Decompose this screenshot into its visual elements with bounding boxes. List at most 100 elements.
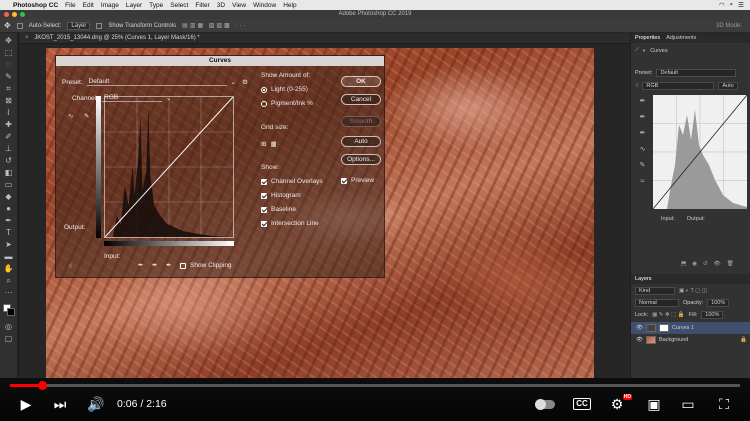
layer-row-background[interactable]: 👁 Background 🔒: [631, 334, 750, 346]
color-swatches[interactable]: [2, 304, 15, 316]
light-radio[interactable]: [261, 86, 267, 93]
move-tool-icon[interactable]: ✥: [4, 21, 11, 30]
layer-mask-thumbnail[interactable]: [658, 324, 669, 332]
black-point-eyedropper-icon[interactable]: ✒: [638, 97, 647, 106]
menu-layer[interactable]: Layer: [126, 2, 142, 9]
crop-tool-icon[interactable]: ⌗: [4, 84, 14, 94]
progress-bar[interactable]: [10, 381, 740, 390]
hand-tool-icon[interactable]: ✋: [4, 264, 14, 274]
menu-file[interactable]: File: [65, 2, 75, 9]
blur-tool-icon[interactable]: ◆: [4, 192, 14, 202]
filter-icons[interactable]: ▣ ◐ T ▢ ◫: [679, 288, 707, 294]
options-button[interactable]: Options...: [341, 154, 381, 165]
view-previous-icon[interactable]: ◉: [692, 261, 697, 267]
menu-type[interactable]: Type: [149, 2, 163, 9]
white-point-eyedropper-icon[interactable]: ✒: [638, 129, 647, 138]
eraser-tool-icon[interactable]: ◧: [4, 168, 14, 178]
lasso-tool-icon[interactable]: ◌: [4, 60, 14, 70]
visibility-eye-icon[interactable]: 👁: [636, 337, 643, 343]
minimize-window-button[interactable]: [12, 12, 17, 17]
auto-select-dropdown[interactable]: Layer: [67, 21, 91, 30]
healing-brush-tool-icon[interactable]: ✚: [4, 120, 14, 130]
close-window-button[interactable]: [4, 12, 9, 17]
pen-tool-icon[interactable]: ✒: [4, 216, 14, 226]
lock-icon[interactable]: 🔒: [740, 337, 747, 343]
menu-3d[interactable]: 3D: [217, 2, 225, 9]
captions-button[interactable]: CC: [571, 394, 593, 414]
type-tool-icon[interactable]: T: [4, 228, 14, 238]
menu-select[interactable]: Select: [170, 2, 188, 9]
clone-stamp-tool-icon[interactable]: ⊥: [4, 144, 14, 154]
layer-row-curves[interactable]: 👁 Curves 1: [631, 322, 750, 334]
visibility-eye-icon[interactable]: 👁: [636, 325, 643, 331]
settings-button[interactable]: ⚙ HD: [606, 394, 632, 414]
tab-properties[interactable]: Properties: [635, 33, 660, 43]
curve-point-tool-icon[interactable]: ∿: [638, 145, 647, 154]
properties-curve-graph[interactable]: [653, 95, 747, 209]
auto-button[interactable]: Auto: [341, 136, 381, 147]
tab-layers[interactable]: Layers: [635, 274, 652, 284]
gray-point-eyedropper-icon[interactable]: ✒: [638, 113, 647, 122]
curve-point-tool-icon[interactable]: ∿: [68, 112, 73, 120]
intersection-line-checkbox[interactable]: [261, 220, 267, 227]
menu-extras-icon[interactable]: ☰: [738, 1, 744, 9]
menu-filter[interactable]: Filter: [195, 2, 209, 9]
miniplayer-button[interactable]: ▣: [643, 394, 665, 414]
preview-checkbox[interactable]: [341, 177, 347, 184]
white-point-eyedropper-icon[interactable]: ✒: [166, 261, 171, 269]
auto-select-checkbox[interactable]: [16, 22, 23, 29]
pencil-icon[interactable]: ✎: [84, 112, 89, 120]
visibility-icon[interactable]: 👁: [714, 261, 721, 267]
more-tools-icon[interactable]: ···: [4, 288, 14, 298]
screen-mode-icon[interactable]: ▢: [4, 334, 14, 344]
theater-mode-button[interactable]: ▭: [677, 394, 699, 414]
gradient-tool-icon[interactable]: ▭: [4, 180, 14, 190]
search-icon[interactable]: ⌕: [730, 1, 734, 9]
fill-input[interactable]: 100%: [701, 311, 724, 319]
progress-scrubber[interactable]: [38, 381, 48, 390]
targeted-adjustment-icon[interactable]: ☝: [635, 83, 638, 89]
ok-button[interactable]: OK: [341, 76, 381, 87]
move-tool-icon[interactable]: ✥: [4, 36, 14, 46]
opacity-input[interactable]: 100%: [707, 299, 730, 307]
brush-tool-icon[interactable]: ✐: [4, 132, 14, 142]
histogram-checkbox[interactable]: [261, 192, 267, 199]
zoom-tool-icon[interactable]: ⌕: [4, 276, 14, 286]
autoplay-toggle[interactable]: [533, 394, 557, 414]
fullscreen-button[interactable]: ⛶: [713, 394, 735, 414]
auto-button[interactable]: Auto: [718, 82, 738, 90]
targeted-adjustment-icon[interactable]: ☝: [68, 262, 72, 270]
background-color-swatch[interactable]: [6, 308, 15, 316]
layer-name[interactable]: Background: [659, 337, 688, 343]
channel-overlays-checkbox[interactable]: [261, 178, 267, 185]
play-button[interactable]: ▶: [16, 394, 36, 414]
chevron-down-icon[interactable]: ⌄: [231, 78, 236, 86]
quick-select-tool-icon[interactable]: ✎: [4, 72, 14, 82]
rectangle-tool-icon[interactable]: ▬: [4, 252, 14, 262]
grid-detailed-icon[interactable]: ▦: [270, 140, 276, 148]
volume-button[interactable]: 🔊: [86, 394, 106, 414]
menu-help[interactable]: Help: [283, 2, 296, 9]
close-icon[interactable]: ×: [25, 35, 29, 41]
wifi-icon[interactable]: ◠: [719, 1, 725, 9]
frame-tool-icon[interactable]: ⊠: [4, 96, 14, 106]
pencil-icon[interactable]: ✎: [638, 161, 647, 170]
preset-dropdown[interactable]: Default: [86, 78, 227, 86]
preset-dropdown[interactable]: Default: [656, 69, 737, 77]
trash-icon[interactable]: 🗑: [727, 261, 734, 267]
lock-icons[interactable]: ▦ ✎ ✥ ⬚ 🔒: [652, 312, 685, 318]
curve-graph[interactable]: [104, 96, 234, 238]
quick-mask-icon[interactable]: ◎: [4, 322, 14, 332]
mask-icon[interactable]: ◐: [643, 48, 646, 54]
marquee-tool-icon[interactable]: ⬚: [4, 48, 14, 58]
blend-mode-dropdown[interactable]: Normal: [635, 299, 679, 307]
layer-kind-filter[interactable]: Kind: [635, 287, 675, 295]
path-select-tool-icon[interactable]: ➤: [4, 240, 14, 250]
dodge-tool-icon[interactable]: ●: [4, 204, 14, 214]
zoom-window-button[interactable]: [20, 12, 25, 17]
channel-dropdown[interactable]: RGB: [642, 82, 715, 90]
menu-window[interactable]: Window: [253, 2, 276, 9]
black-point-eyedropper-icon[interactable]: ✒: [138, 261, 143, 269]
preset-options-gear-icon[interactable]: ⚙: [242, 78, 248, 86]
reset-icon[interactable]: ↺: [703, 261, 708, 267]
